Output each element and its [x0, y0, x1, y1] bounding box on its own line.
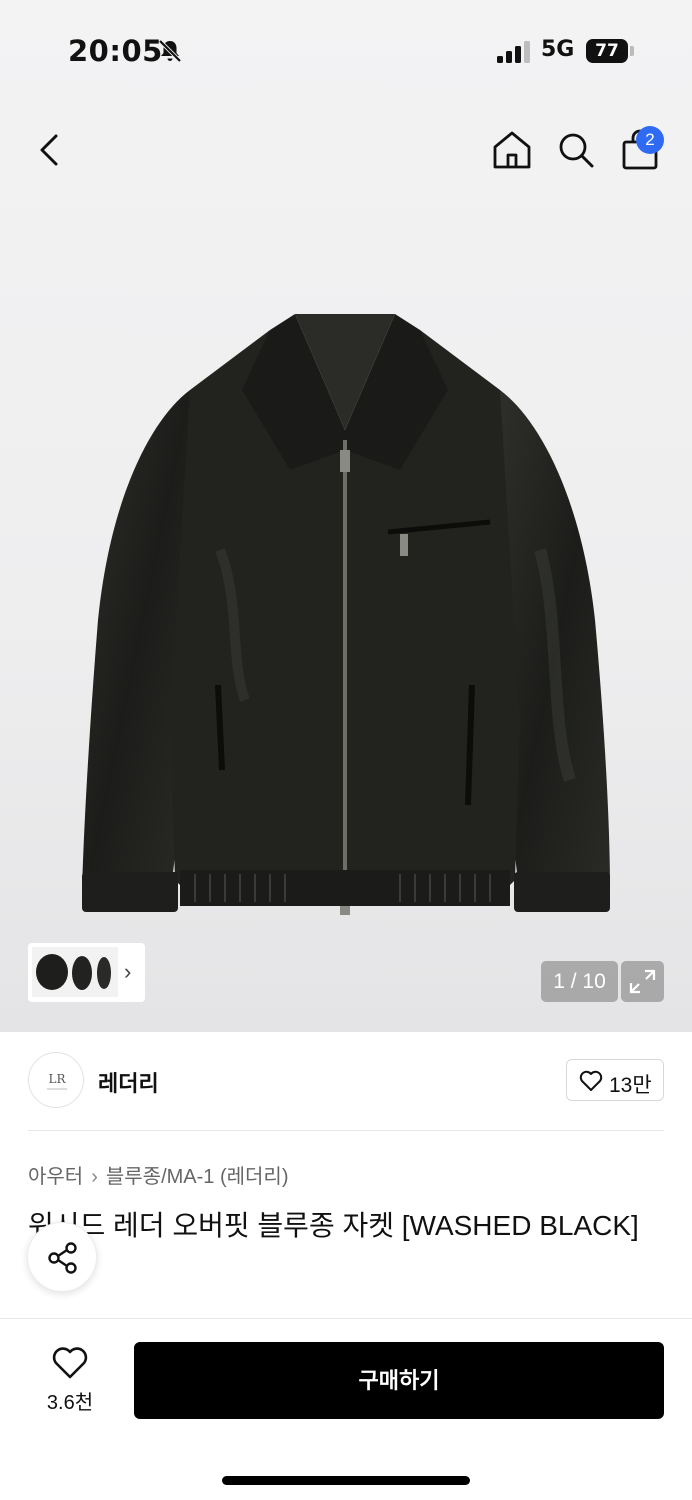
product-photo[interactable] — [70, 300, 622, 940]
cart-count-badge: 2 — [636, 126, 664, 154]
product-image-gallery[interactable]: 20:05 5G 77 2 › 1 / 10 — [0, 0, 692, 1032]
brand-like-button[interactable]: 13만 — [566, 1059, 664, 1101]
share-button[interactable] — [27, 1222, 97, 1292]
expand-icon — [629, 969, 656, 994]
back-icon[interactable] — [30, 128, 70, 172]
brand-name[interactable]: 레더리 — [98, 1066, 159, 1098]
share-icon — [48, 1242, 77, 1274]
svg-text:LR: LR — [48, 1072, 66, 1086]
thumbnail-strip[interactable]: › — [28, 943, 145, 1002]
brand-logo-mark: LR — [47, 1072, 67, 1090]
chevron-right-icon: › — [91, 1166, 98, 1188]
thumbnail-images[interactable] — [32, 947, 118, 997]
brand-logo[interactable]: LR — [28, 1052, 84, 1108]
battery-indicator: 77 — [586, 39, 628, 63]
status-bar: 20:05 5G 77 — [0, 0, 692, 100]
home-icon[interactable] — [491, 129, 533, 171]
image-counter: 1 / 10 — [541, 961, 618, 1002]
chevron-right-icon[interactable]: › — [124, 959, 131, 985]
wishlist-button[interactable]: 3.6천 — [30, 1342, 110, 1418]
expand-button[interactable] — [621, 961, 664, 1002]
breadcrumb-item-outer[interactable]: 아우터 — [28, 1166, 83, 1188]
signal-icon — [497, 41, 530, 63]
bottom-bar-divider — [0, 1318, 692, 1319]
heart-icon — [52, 1347, 88, 1379]
network-type: 5G — [541, 37, 575, 62]
breadcrumb: 아우터 › 블루종/MA-1 (레더리) — [28, 1160, 289, 1189]
home-indicator[interactable] — [222, 1476, 470, 1485]
battery-tip — [630, 46, 634, 56]
product-title-text: 워시드 레더 오버핏 블루종 자켓 [WASHED BLACK] — [28, 1210, 639, 1241]
brand-row: LR 레더리 13만 — [28, 1052, 664, 1112]
brand-like-count: 13만 — [609, 1074, 652, 1097]
buy-button[interactable]: 구매하기 — [134, 1342, 664, 1419]
divider — [28, 1130, 664, 1131]
wishlist-count: 3.6천 — [46, 1392, 94, 1414]
bell-off-icon — [158, 39, 182, 63]
search-icon[interactable] — [556, 130, 596, 170]
status-time: 20:05 — [68, 34, 163, 68]
heart-icon — [579, 1070, 603, 1091]
breadcrumb-item-blouson[interactable]: 블루종/MA-1 (레더리) — [106, 1166, 289, 1188]
product-title: 워시드 레더 오버핏 블루종 자켓 [WASHED BLACK] — [28, 1206, 664, 1286]
